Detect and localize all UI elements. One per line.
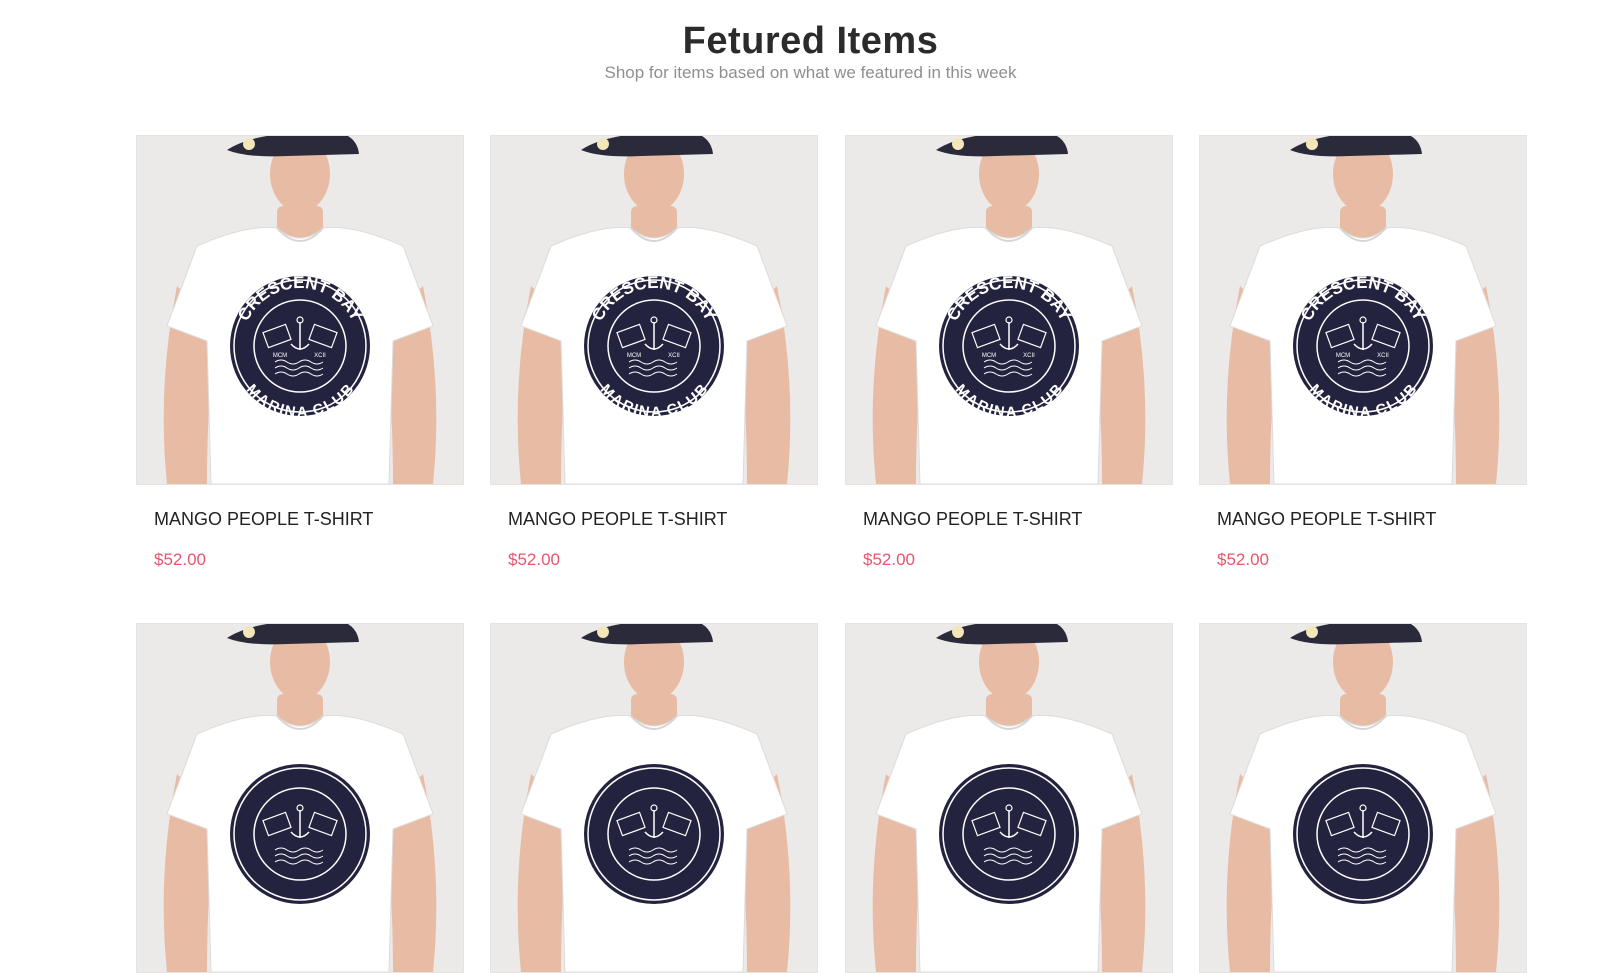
product-price: $52.00 [863,550,915,569]
product-image[interactable]: CRESCENT BAY MARINA CLUB MCM XCII [490,135,818,485]
product-image[interactable]: CRESCENT BAY MARINA CLUB MCM XCII [845,135,1173,485]
model-tshirt-image [491,624,817,972]
model-tshirt-image [1200,624,1526,972]
product-title[interactable]: MANGO PEOPLE T-SHIRT [508,508,727,530]
product-grid: CRESCENT BAY MARINA CLUB MCM XCII MANGO PEO… [0,0,1621,973]
product-image[interactable] [1199,623,1527,973]
product-title[interactable]: MANGO PEOPLE T-SHIRT [154,508,373,530]
svg-text:XCII: XCII [1023,353,1035,359]
svg-text:MCM: MCM [627,353,641,359]
product-image[interactable]: CRESCENT BAY MARINA CLUB MCM XCII [1199,135,1527,485]
svg-text:MCM: MCM [273,353,287,359]
product-title[interactable]: MANGO PEOPLE T-SHIRT [863,508,1082,530]
model-tshirt-image: CRESCENT BAYMARINA CLUBMCM XCII [137,136,463,484]
model-tshirt-image: CRESCENT BAYMARINA CLUBMCM XCII [1200,136,1526,484]
model-tshirt-image: CRESCENT BAYMARINA CLUBMCM XCII [846,136,1172,484]
product-image[interactable] [136,623,464,973]
product-price: $52.00 [154,550,206,569]
svg-text:MCM: MCM [982,353,996,359]
product-price: $52.00 [1217,550,1269,569]
product-image[interactable] [845,623,1173,973]
svg-text:XCII: XCII [1377,353,1389,359]
product-image[interactable]: CRESCENT BAY MARINA CLUB MCM XCII [136,135,464,485]
product-title[interactable]: MANGO PEOPLE T-SHIRT [1217,508,1436,530]
svg-text:MCM: MCM [1336,353,1350,359]
model-tshirt-image: CRESCENT BAYMARINA CLUBMCM XCII [491,136,817,484]
product-image[interactable] [490,623,818,973]
product-price: $52.00 [508,550,560,569]
model-tshirt-image [846,624,1172,972]
model-tshirt-image [137,624,463,972]
svg-text:XCII: XCII [314,353,326,359]
svg-text:XCII: XCII [668,353,680,359]
